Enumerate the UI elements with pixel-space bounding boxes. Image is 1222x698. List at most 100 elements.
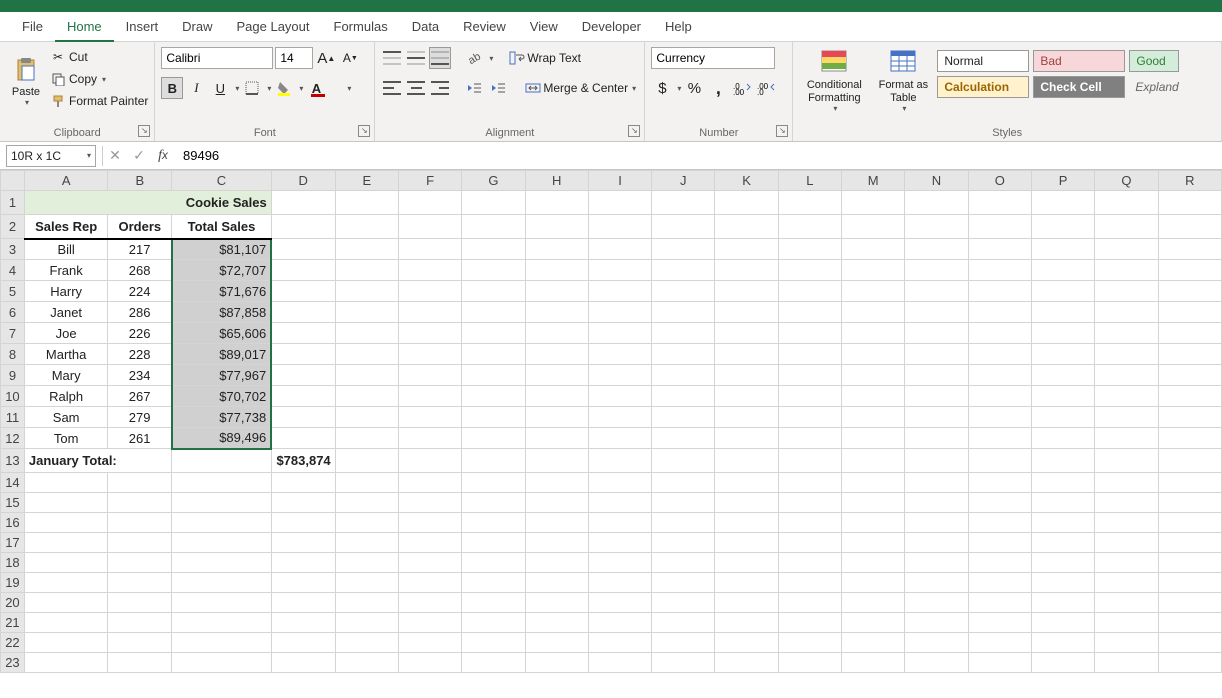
increase-font-button[interactable]: A▲ bbox=[315, 47, 337, 69]
comma-button[interactable]: , bbox=[707, 77, 729, 99]
cell-A20[interactable] bbox=[24, 593, 108, 613]
col-head-C[interactable]: C bbox=[172, 171, 271, 191]
cell-I18[interactable] bbox=[588, 553, 651, 573]
cell-E4[interactable] bbox=[335, 260, 398, 281]
cell-P5[interactable] bbox=[1031, 281, 1094, 302]
cell-C7[interactable]: $65,606 bbox=[172, 323, 271, 344]
cell-E10[interactable] bbox=[335, 386, 398, 407]
cell-A8[interactable]: Martha bbox=[24, 344, 108, 365]
cell-L6[interactable] bbox=[778, 302, 841, 323]
cell-F18[interactable] bbox=[398, 553, 461, 573]
cell-R2[interactable] bbox=[1158, 215, 1221, 239]
cell-P20[interactable] bbox=[1031, 593, 1094, 613]
chevron-down-icon[interactable]: ▾ bbox=[347, 84, 351, 93]
cell-G19[interactable] bbox=[462, 573, 525, 593]
cell-G2[interactable] bbox=[462, 215, 525, 239]
cell-I9[interactable] bbox=[588, 365, 651, 386]
cell-E7[interactable] bbox=[335, 323, 398, 344]
cell-A1[interactable]: Cookie Sales bbox=[24, 191, 271, 215]
cell-O14[interactable] bbox=[968, 473, 1031, 493]
cell-Q11[interactable] bbox=[1095, 407, 1158, 428]
cell-F13[interactable] bbox=[398, 449, 461, 473]
cell-G20[interactable] bbox=[462, 593, 525, 613]
cell-D6[interactable] bbox=[271, 302, 335, 323]
cell-Q9[interactable] bbox=[1095, 365, 1158, 386]
cell-I17[interactable] bbox=[588, 533, 651, 553]
merge-center-button[interactable]: Merge & Center bbox=[543, 77, 628, 99]
cell-G23[interactable] bbox=[462, 653, 525, 673]
cell-L10[interactable] bbox=[778, 386, 841, 407]
cell-Q13[interactable] bbox=[1095, 449, 1158, 473]
row-head-9[interactable]: 9 bbox=[1, 365, 25, 386]
tab-developer[interactable]: Developer bbox=[570, 12, 653, 42]
cell-B9[interactable]: 234 bbox=[108, 365, 172, 386]
cell-F23[interactable] bbox=[398, 653, 461, 673]
dialog-launcher-icon[interactable]: ↘ bbox=[138, 125, 150, 137]
cell-D3[interactable] bbox=[271, 239, 335, 260]
chevron-down-icon[interactable]: ▾ bbox=[677, 84, 681, 93]
cell-P13[interactable] bbox=[1031, 449, 1094, 473]
cell-J13[interactable] bbox=[652, 449, 715, 473]
row-head-23[interactable]: 23 bbox=[1, 653, 25, 673]
cell-K6[interactable] bbox=[715, 302, 778, 323]
cell-K8[interactable] bbox=[715, 344, 778, 365]
chevron-down-icon[interactable]: ▾ bbox=[267, 84, 271, 93]
cell-I15[interactable] bbox=[588, 493, 651, 513]
cell-O18[interactable] bbox=[968, 553, 1031, 573]
tab-file[interactable]: File bbox=[10, 12, 55, 42]
cell-I23[interactable] bbox=[588, 653, 651, 673]
cell-E9[interactable] bbox=[335, 365, 398, 386]
cell-N5[interactable] bbox=[905, 281, 968, 302]
cell-O8[interactable] bbox=[968, 344, 1031, 365]
cell-C6[interactable]: $87,858 bbox=[172, 302, 271, 323]
cell-A6[interactable]: Janet bbox=[24, 302, 108, 323]
cell-A9[interactable]: Mary bbox=[24, 365, 108, 386]
cell-M5[interactable] bbox=[842, 281, 905, 302]
cell-Q23[interactable] bbox=[1095, 653, 1158, 673]
cell-C23[interactable] bbox=[172, 653, 271, 673]
borders-button[interactable] bbox=[241, 77, 263, 99]
cell-F14[interactable] bbox=[398, 473, 461, 493]
cell-E6[interactable] bbox=[335, 302, 398, 323]
tab-review[interactable]: Review bbox=[451, 12, 518, 42]
font-size-select[interactable] bbox=[275, 47, 313, 69]
cell-M14[interactable] bbox=[842, 473, 905, 493]
copy-button[interactable]: Copy ▾ bbox=[50, 68, 148, 90]
cell-N10[interactable] bbox=[905, 386, 968, 407]
align-middle-button[interactable] bbox=[405, 47, 427, 69]
cell-H20[interactable] bbox=[525, 593, 588, 613]
cell-G22[interactable] bbox=[462, 633, 525, 653]
cell-N18[interactable] bbox=[905, 553, 968, 573]
cell-K17[interactable] bbox=[715, 533, 778, 553]
cell-J12[interactable] bbox=[652, 428, 715, 449]
chevron-down-icon[interactable]: ▾ bbox=[299, 84, 303, 93]
cell-I5[interactable] bbox=[588, 281, 651, 302]
number-format-select[interactable] bbox=[651, 47, 775, 69]
cell-R23[interactable] bbox=[1158, 653, 1221, 673]
cell-Q18[interactable] bbox=[1095, 553, 1158, 573]
chevron-down-icon[interactable]: ▾ bbox=[632, 84, 636, 93]
cell-L12[interactable] bbox=[778, 428, 841, 449]
cell-C17[interactable] bbox=[172, 533, 271, 553]
spreadsheet-grid[interactable]: ABCDEFGHIJKLMNOPQR1Cookie Sales2Sales Re… bbox=[0, 170, 1222, 698]
cell-G10[interactable] bbox=[462, 386, 525, 407]
cell-E14[interactable] bbox=[335, 473, 398, 493]
cell-H17[interactable] bbox=[525, 533, 588, 553]
cell-R14[interactable] bbox=[1158, 473, 1221, 493]
cell-J21[interactable] bbox=[652, 613, 715, 633]
cell-R4[interactable] bbox=[1158, 260, 1221, 281]
cell-I11[interactable] bbox=[588, 407, 651, 428]
cell-I8[interactable] bbox=[588, 344, 651, 365]
cell-P16[interactable] bbox=[1031, 513, 1094, 533]
row-head-10[interactable]: 10 bbox=[1, 386, 25, 407]
cell-P10[interactable] bbox=[1031, 386, 1094, 407]
cell-style-bad[interactable]: Bad bbox=[1033, 50, 1125, 72]
cell-R8[interactable] bbox=[1158, 344, 1221, 365]
cell-Q19[interactable] bbox=[1095, 573, 1158, 593]
cell-M10[interactable] bbox=[842, 386, 905, 407]
cell-P2[interactable] bbox=[1031, 215, 1094, 239]
row-head-17[interactable]: 17 bbox=[1, 533, 25, 553]
formula-input[interactable] bbox=[175, 148, 1222, 163]
cell-D12[interactable] bbox=[271, 428, 335, 449]
row-head-13[interactable]: 13 bbox=[1, 449, 25, 473]
